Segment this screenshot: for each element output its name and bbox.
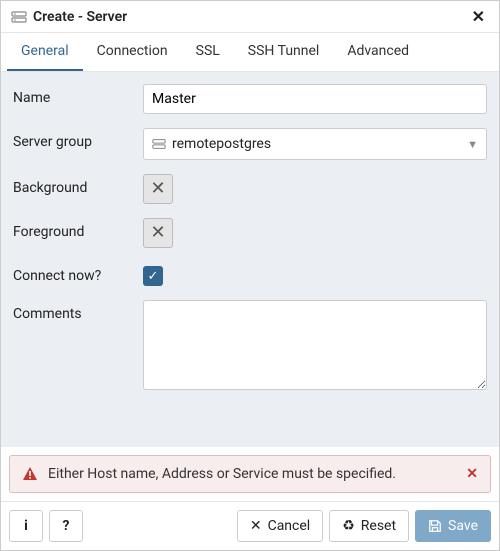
server-group-value: remotepostgres (172, 136, 271, 152)
dialog-titlebar: Create - Server ✕ (1, 1, 499, 33)
check-icon: ✓ (148, 269, 159, 284)
tab-general[interactable]: General (7, 33, 83, 71)
name-input[interactable] (143, 84, 487, 114)
reset-button[interactable]: ♻ Reset (329, 510, 409, 542)
background-color-swatch[interactable]: ✕ (143, 174, 173, 204)
server-group-label: Server group (13, 128, 133, 150)
row-comments: Comments (13, 300, 487, 394)
info-icon: i (24, 518, 28, 534)
dialog-tabs: General Connection SSL SSH Tunnel Advanc… (1, 33, 499, 72)
background-label: Background (13, 174, 133, 196)
name-label: Name (13, 84, 133, 106)
close-icon: ✕ (250, 518, 262, 534)
row-server-group: Server group remotepostgres ▼ (13, 128, 487, 160)
tab-ssl[interactable]: SSL (182, 33, 234, 71)
chevron-down-icon: ▼ (467, 138, 478, 151)
comments-label: Comments (13, 300, 133, 322)
save-icon (428, 519, 442, 533)
tab-panel-general: Name Server group remotepostgre (1, 72, 499, 447)
warning-icon (22, 466, 38, 482)
recycle-icon: ♻ (342, 518, 355, 534)
comments-textarea[interactable] (143, 300, 487, 390)
dialog-title: Create - Server (33, 9, 468, 25)
error-message: Either Host name, Address or Service mus… (48, 466, 456, 482)
row-name: Name (13, 84, 487, 114)
server-group-option-icon (152, 137, 166, 151)
reset-label: Reset (361, 518, 396, 534)
dialog-footer: i ? ✕ Cancel ♻ Reset Save (1, 501, 499, 550)
cancel-label: Cancel (268, 518, 311, 534)
foreground-label: Foreground (13, 218, 133, 240)
save-button[interactable]: Save (415, 510, 491, 542)
row-foreground: Foreground ✕ (13, 218, 487, 248)
server-group-select[interactable]: remotepostgres ▼ (143, 128, 487, 160)
connect-now-label: Connect now? (13, 262, 133, 284)
error-alert: Either Host name, Address or Service mus… (9, 455, 491, 493)
save-label: Save (448, 518, 478, 534)
x-icon: ✕ (150, 224, 165, 242)
tab-ssh-tunnel[interactable]: SSH Tunnel (234, 33, 334, 71)
cancel-button[interactable]: ✕ Cancel (237, 510, 323, 542)
server-icon (11, 9, 27, 25)
close-icon[interactable]: ✕ (468, 7, 489, 26)
alert-close-icon[interactable]: ✕ (466, 466, 478, 482)
tab-advanced[interactable]: Advanced (333, 33, 423, 71)
info-button[interactable]: i (9, 510, 43, 542)
tab-connection[interactable]: Connection (83, 33, 182, 71)
x-icon: ✕ (150, 180, 165, 198)
help-button[interactable]: ? (49, 510, 83, 542)
help-icon: ? (63, 518, 70, 534)
create-server-dialog: Create - Server ✕ General Connection SSL… (0, 0, 500, 551)
row-background: Background ✕ (13, 174, 487, 204)
foreground-color-swatch[interactable]: ✕ (143, 218, 173, 248)
connect-now-checkbox[interactable]: ✓ (143, 266, 163, 286)
row-connect-now: Connect now? ✓ (13, 262, 487, 286)
